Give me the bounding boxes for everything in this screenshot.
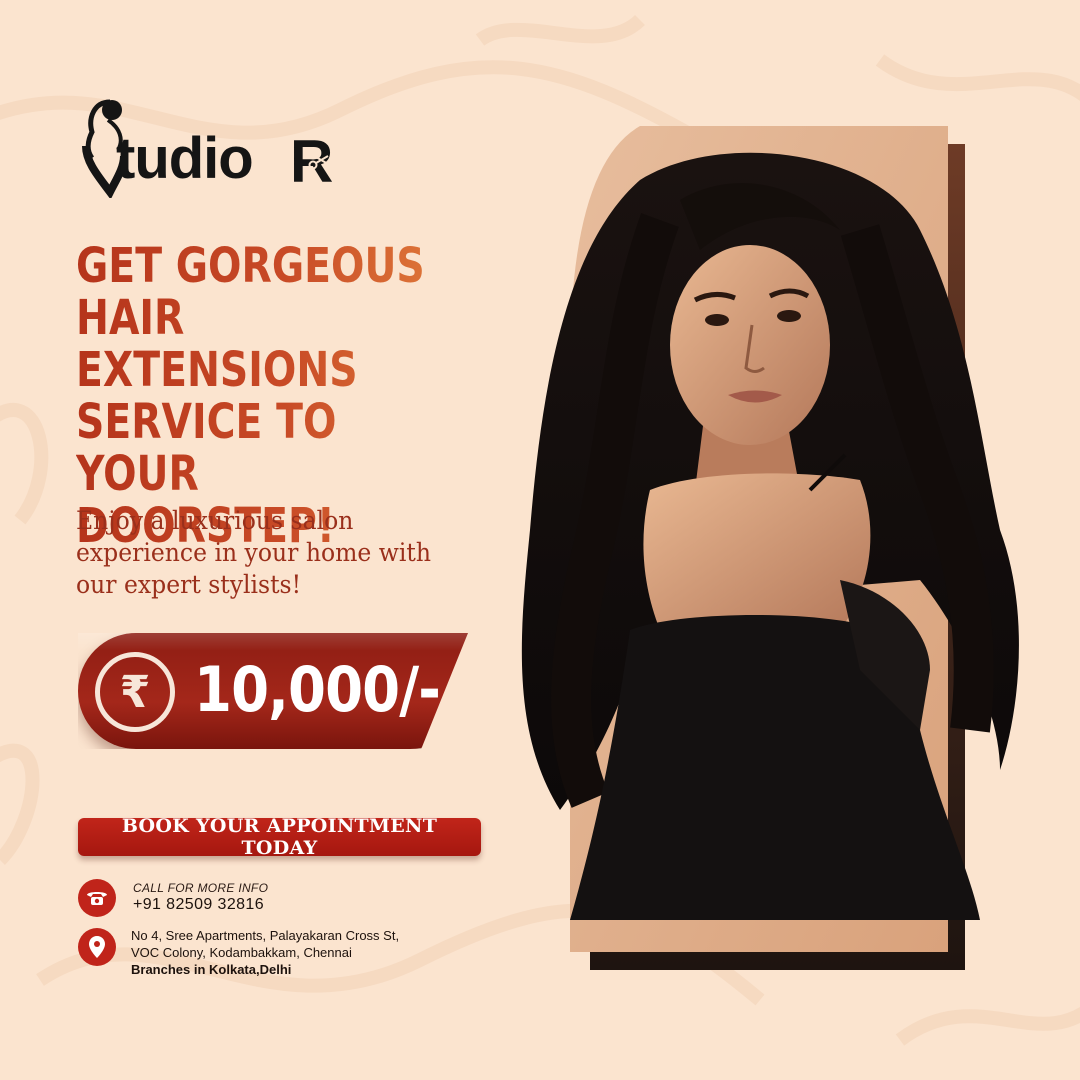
subheadline-line: Enjoy a luxurious salon <box>76 506 354 535</box>
model-photo <box>521 152 1019 920</box>
address-line: VOC Colony, Kodambakkam, Chennai <box>131 945 352 960</box>
logo-scissors-icon <box>308 150 329 170</box>
headline-line: GET GORGEOUS <box>76 238 425 294</box>
rupee-icon: ₹ <box>95 652 175 732</box>
branches-text: Branches in Kolkata,Delhi <box>131 962 292 977</box>
headline-line: SERVICE TO YOUR <box>76 394 337 502</box>
call-label: CALL FOR MORE INFO <box>133 881 269 895</box>
subheadline-line: experience in your home with <box>76 538 431 567</box>
headline-line: HAIR EXTENSIONS <box>76 290 358 398</box>
studio-r-logo: tudio R <box>80 88 360 203</box>
price-amount: 10,000/- <box>194 653 441 726</box>
book-appointment-button[interactable]: BOOK YOUR APPOINTMENT TODAY <box>78 815 481 859</box>
phone-icon <box>78 879 116 917</box>
subheadline: Enjoy a luxurious salon experience in yo… <box>76 505 490 601</box>
address-block: No 4, Sree Apartments, Palayakaran Cross… <box>131 927 491 978</box>
address-line: No 4, Sree Apartments, Palayakaran Cross… <box>131 928 400 943</box>
subheadline-line: our expert stylists! <box>76 570 302 599</box>
phone-number[interactable]: +91 82509 32816 <box>133 896 264 914</box>
location-pin-icon <box>78 928 116 966</box>
logo-text: tudio <box>116 126 254 191</box>
